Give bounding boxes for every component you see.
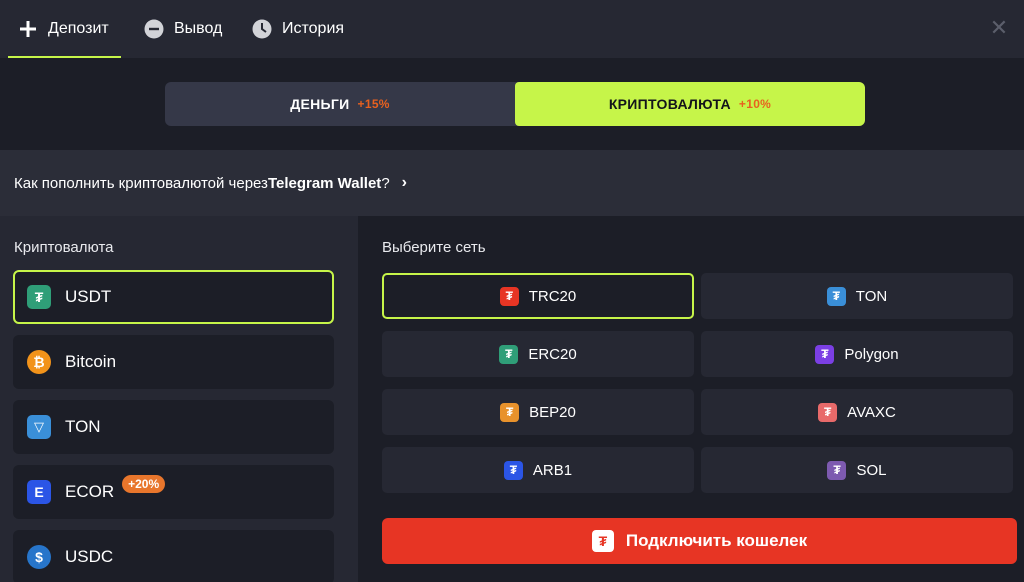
- crypto-label: TON: [65, 417, 101, 436]
- sol-icon: ₮: [827, 460, 847, 480]
- connect-wallet-button[interactable]: ₮ Подключить кошелек: [382, 518, 1017, 564]
- chevron-right-icon: ›: [401, 174, 407, 191]
- telegram-wallet-help-link[interactable]: Как пополнить криптовалютой через Telegr…: [0, 150, 1024, 216]
- crypto-item-usdt[interactable]: ₮ USDT: [13, 270, 334, 324]
- network-label: TRC20: [528, 287, 577, 305]
- crypto-list-panel: Криптовалюта ₮ USDT ₿ Bitcoin ▽ TON E EC…: [0, 216, 358, 582]
- avaxc-icon: ₮: [818, 402, 838, 422]
- clock-icon: [252, 19, 272, 39]
- crypto-label: ECOR: [65, 482, 115, 501]
- bonus-badge: +15%: [357, 97, 390, 111]
- banner-text-bold: Telegram Wallet: [267, 174, 382, 192]
- minus-circle-icon: [144, 19, 164, 39]
- network-item-arb1[interactable]: ₮ ARB1: [382, 447, 694, 493]
- network-item-trc20[interactable]: ₮ TRC20: [382, 273, 694, 319]
- top-tab-bar: Депозит Вывод История ✕: [0, 0, 1024, 58]
- network-label: ARB1: [532, 461, 573, 479]
- banner-text-before: Как пополнить криптовалютой через: [14, 174, 268, 192]
- crypto-item-ton[interactable]: ▽ TON: [13, 400, 334, 454]
- network-label: SOL: [856, 461, 887, 479]
- erc20-icon: ₮: [499, 344, 519, 364]
- ton-icon: ▽: [27, 415, 51, 439]
- tab-history[interactable]: История: [252, 0, 344, 58]
- usdc-icon: $: [27, 545, 51, 569]
- tab-deposit[interactable]: Депозит: [8, 0, 121, 58]
- crypto-label: Bitcoin: [65, 352, 117, 371]
- network-item-bep20[interactable]: ₮ BEP20: [382, 389, 694, 435]
- banner-text-after: ?: [381, 174, 390, 192]
- segment-money[interactable]: ДЕНЬГИ +15%: [165, 82, 515, 126]
- connect-wallet-label: Подключить кошелек: [625, 531, 808, 550]
- plus-icon: [18, 19, 38, 39]
- crypto-list-title: Криптовалюта: [14, 239, 114, 256]
- tether-icon: ₮: [591, 530, 614, 552]
- polygon-icon: ₮: [815, 344, 835, 364]
- tab-withdraw[interactable]: Вывод: [144, 0, 222, 58]
- segment-label: КРИПТОВАЛЮТА: [608, 96, 731, 112]
- network-label: AVAXC: [847, 403, 896, 421]
- arb1-icon: ₮: [503, 460, 523, 480]
- network-item-avaxc[interactable]: ₮ AVAXC: [701, 389, 1013, 435]
- close-icon[interactable]: ✕: [988, 17, 1010, 39]
- network-label: ERC20: [528, 345, 577, 363]
- crypto-item-usdc[interactable]: $ USDC: [13, 530, 334, 582]
- tether-icon: ₮: [27, 285, 51, 309]
- payment-type-switch: ДЕНЬГИ +15% КРИПТОВАЛЮТА +10%: [165, 82, 865, 126]
- ton-network-icon: ₮: [826, 286, 846, 306]
- crypto-item-ecor[interactable]: E ECOR +20%: [13, 465, 334, 519]
- crypto-label: USDC: [65, 547, 114, 566]
- tab-label: Вывод: [174, 20, 223, 37]
- crypto-item-bitcoin[interactable]: ₿ Bitcoin: [13, 335, 334, 389]
- network-item-erc20[interactable]: ₮ ERC20: [382, 331, 694, 377]
- crypto-label: USDT: [65, 287, 112, 306]
- network-item-sol[interactable]: ₮ SOL: [701, 447, 1013, 493]
- promo-badge: +20%: [122, 475, 166, 493]
- bonus-badge: +10%: [738, 97, 772, 111]
- trc20-icon: ₮: [499, 286, 519, 306]
- network-item-ton[interactable]: ₮ TON: [701, 273, 1013, 319]
- network-label: Polygon: [844, 345, 899, 363]
- payment-type-area: ДЕНЬГИ +15% КРИПТОВАЛЮТА +10%: [0, 58, 1024, 150]
- ecor-icon: E: [27, 480, 51, 504]
- network-label: TON: [855, 287, 888, 305]
- network-item-polygon[interactable]: ₮ Polygon: [701, 331, 1013, 377]
- tab-label: История: [282, 20, 345, 37]
- network-title: Выберите сеть: [382, 239, 486, 256]
- network-label: BEP20: [529, 403, 576, 421]
- segment-crypto[interactable]: КРИПТОВАЛЮТА +10%: [515, 82, 865, 126]
- bitcoin-icon: ₿: [27, 350, 51, 374]
- tab-label: Депозит: [48, 20, 109, 37]
- segment-label: ДЕНЬГИ: [290, 96, 350, 112]
- bep20-icon: ₮: [500, 402, 520, 422]
